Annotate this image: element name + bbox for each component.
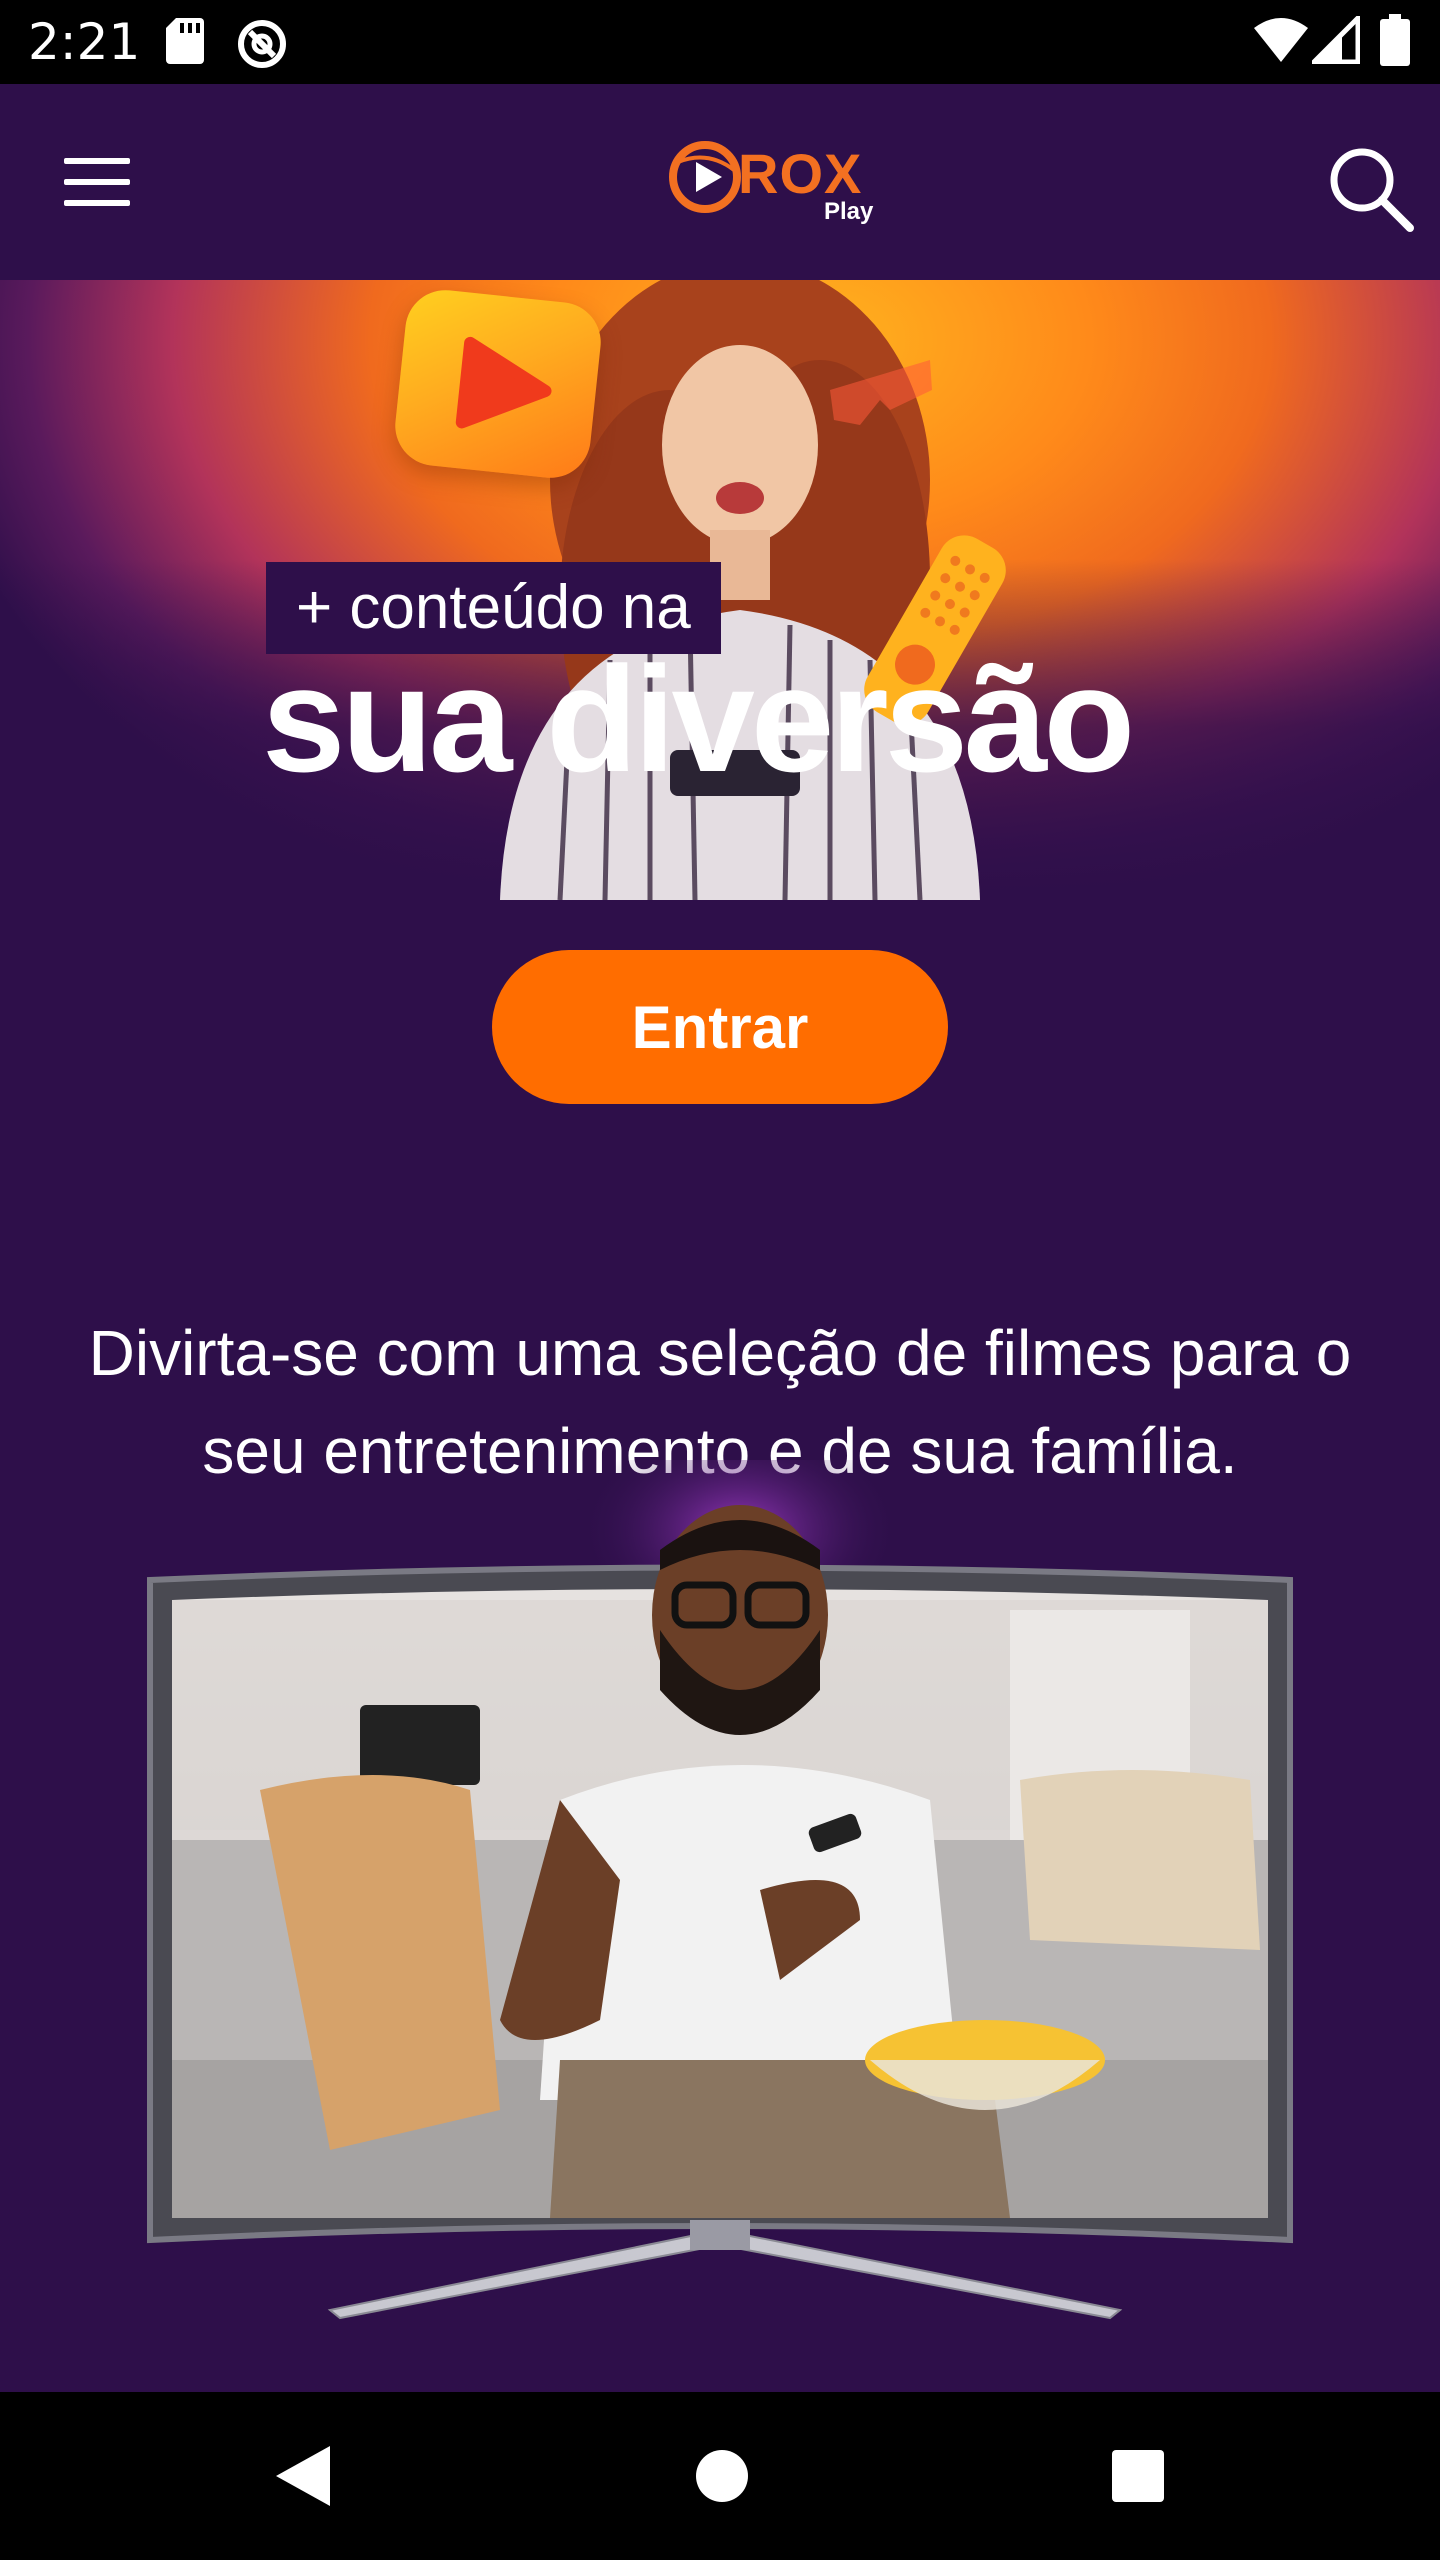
search-icon[interactable] [1326, 144, 1416, 234]
hamburger-menu-icon[interactable] [52, 142, 142, 222]
status-bar: 2:21 [0, 0, 1440, 84]
play-badge-icon [391, 286, 605, 482]
logo-sub: Play [824, 198, 874, 225]
logo-play-icon [669, 141, 741, 213]
logo-brand: ROX [738, 142, 863, 205]
home-icon[interactable] [690, 2442, 754, 2510]
status-time: 2:21 [28, 13, 141, 71]
signal-icon [1312, 16, 1360, 64]
tv-illustration [0, 1420, 1440, 2340]
sync-icon [238, 20, 286, 68]
3d-glasses-icon [830, 360, 932, 425]
hero-headline: sua diversão [262, 635, 1135, 803]
system-nav-bar [0, 2392, 1440, 2560]
recents-icon[interactable] [1106, 2442, 1170, 2510]
sd-card-icon [166, 18, 204, 64]
back-icon[interactable] [270, 2442, 334, 2510]
app-header: ROX Play [0, 84, 1440, 280]
enter-button[interactable]: Entrar [492, 950, 948, 1104]
battery-icon [1380, 14, 1410, 66]
rox-play-logo[interactable]: ROX Play [668, 136, 888, 232]
wifi-icon [1254, 18, 1308, 62]
